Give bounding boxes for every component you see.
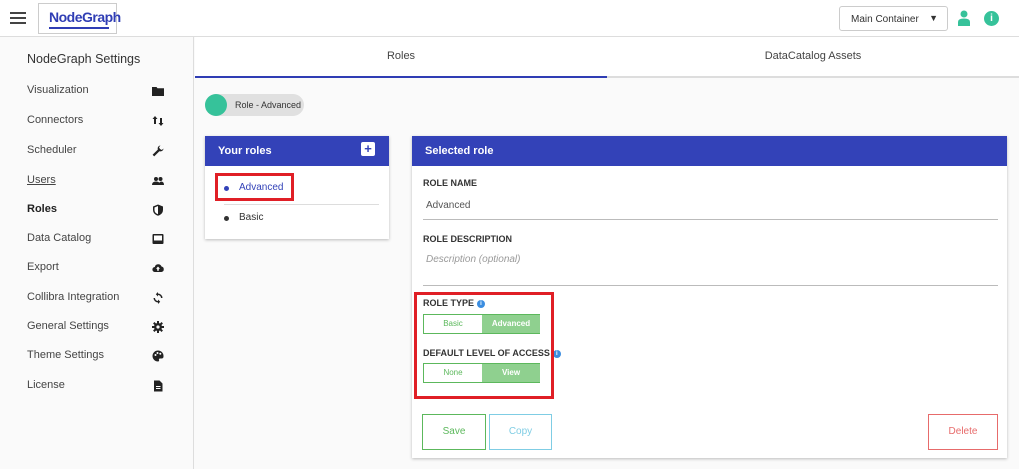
logo[interactable]: NodeGraph — [38, 3, 121, 34]
sidebar-title: NodeGraph Settings — [27, 52, 141, 66]
sidebar-item-label: Theme Settings — [27, 349, 105, 361]
sidebar-item-label: Collibra Integration — [27, 291, 120, 303]
role-name-underline — [423, 219, 998, 220]
sidebar-item-scheduler[interactable]: Scheduler — [0, 137, 194, 165]
user-icon[interactable] — [957, 10, 971, 26]
logo-underline — [49, 27, 109, 29]
shield-icon — [153, 204, 163, 216]
role-name: Basic — [239, 212, 264, 223]
copy-button[interactable]: Copy — [489, 414, 552, 450]
top-bar: NodeGraph Main Container ▼ i — [0, 0, 1019, 37]
sidebar-item-collibra-integration[interactable]: Collibra Integration — [0, 284, 194, 312]
delete-button[interactable]: Delete — [928, 414, 998, 450]
sync-icon — [153, 292, 163, 304]
sidebar-item-export[interactable]: Export — [0, 254, 194, 282]
toggle-knob — [205, 94, 227, 116]
sidebar-item-label: Roles — [27, 203, 57, 215]
role-description-underline — [423, 285, 998, 286]
save-button[interactable]: Save — [422, 414, 486, 450]
folder-icon — [152, 87, 164, 96]
cloud-upload-icon — [152, 264, 164, 273]
sidebar-item-label: Data Catalog — [27, 232, 92, 244]
info-icon[interactable]: i — [984, 11, 999, 26]
palette-icon — [152, 350, 164, 362]
role-item-basic[interactable]: Basic — [205, 205, 389, 231]
sidebar-item-label: Connectors — [27, 114, 84, 126]
info-icon[interactable]: i — [552, 350, 561, 358]
sidebar-item-label: General Settings — [27, 320, 109, 332]
tab-roles[interactable]: Roles — [195, 37, 607, 78]
sidebar-item-connectors[interactable]: Connectors — [0, 107, 194, 135]
selected-role-title: Selected role — [425, 145, 494, 157]
tab-datacatalog-assets[interactable]: DataCatalog Assets — [607, 37, 1019, 78]
menu-icon[interactable] — [10, 12, 26, 24]
your-roles-title: Your roles — [218, 145, 272, 157]
users-icon — [152, 177, 164, 185]
sidebar-item-label: Scheduler — [27, 144, 77, 156]
your-roles-header: Your roles + — [205, 136, 389, 166]
sidebar-item-users[interactable]: Users — [0, 167, 194, 195]
sidebar-item-license[interactable]: License — [0, 372, 194, 400]
highlight-box-role-type — [414, 292, 554, 399]
add-role-button[interactable]: + — [361, 142, 375, 156]
sidebar-item-label: Export — [27, 261, 59, 273]
role-name-label: ROLE NAME — [423, 178, 477, 188]
container-select-value: Main Container — [851, 14, 919, 25]
sidebar-item-theme-settings[interactable]: Theme Settings — [0, 342, 194, 370]
highlight-box-advanced — [215, 173, 294, 201]
sidebar-item-label: Users — [27, 174, 56, 186]
role-name-input[interactable]: Advanced — [426, 200, 470, 211]
sidebar-item-data-catalog[interactable]: Data Catalog — [0, 225, 194, 253]
role-toggle-chip[interactable]: Role - Advanced — [205, 94, 304, 116]
document-icon — [154, 380, 163, 392]
sidebar-item-general-settings[interactable]: General Settings — [0, 313, 194, 341]
tabs: Roles DataCatalog Assets — [195, 37, 1019, 78]
sidebar-item-roles[interactable]: Roles — [0, 196, 194, 224]
role-description-input[interactable]: Description (optional) — [426, 254, 521, 265]
gear-icon — [152, 321, 164, 333]
wrench-icon — [152, 145, 164, 157]
inbox-icon — [152, 234, 164, 244]
logo-text: NodeGraph — [49, 9, 121, 25]
chevron-down-icon: ▼ — [929, 13, 938, 23]
arrows-updown-icon — [152, 116, 164, 126]
selected-role-header: Selected role — [412, 136, 1007, 166]
bullet-icon — [224, 216, 229, 221]
role-chip-label: Role - Advanced — [235, 100, 302, 110]
container-select[interactable]: Main Container ▼ — [839, 6, 948, 31]
sidebar-item-label: License — [27, 379, 65, 391]
sidebar-item-visualization[interactable]: Visualization — [0, 77, 194, 105]
sidebar-item-label: Visualization — [27, 84, 89, 96]
role-description-label: ROLE DESCRIPTION — [423, 234, 513, 244]
sidebar: NodeGraph Settings Visualization Connect… — [0, 37, 194, 469]
